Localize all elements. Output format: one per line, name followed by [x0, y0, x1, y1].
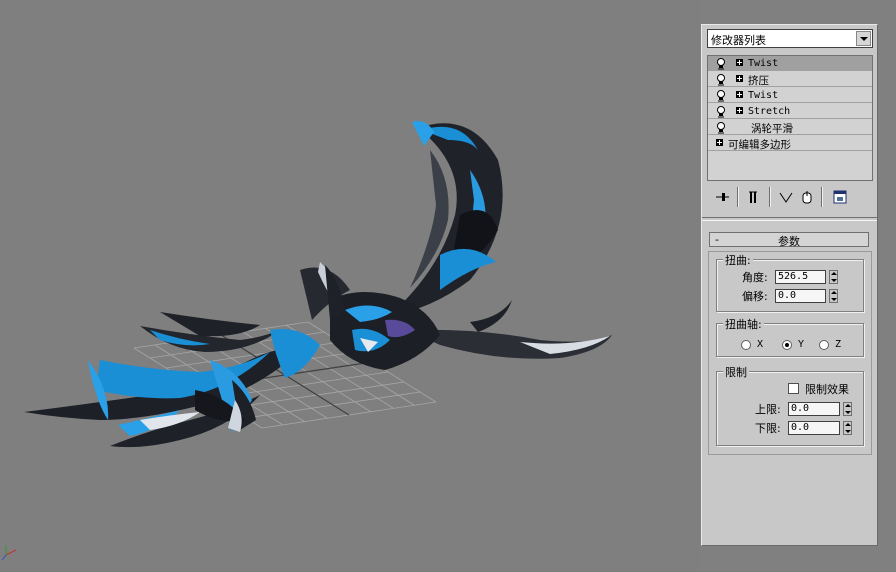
- modifier-stack-item-label: 涡轮平滑: [751, 123, 793, 135]
- twisted-mesh-model: [24, 121, 612, 448]
- modifier-list-dropdown[interactable]: 修改器列表: [707, 29, 873, 48]
- modifier-stack-item[interactable]: Twist: [708, 56, 872, 71]
- modifier-stack-item-label: 可编辑多边形: [728, 139, 791, 151]
- stack-toolbar: [707, 185, 873, 209]
- modifier-stack-item-label: Stretch: [748, 106, 791, 117]
- pin-stack-icon[interactable]: [713, 188, 731, 206]
- expand-plus-icon[interactable]: [736, 75, 743, 82]
- modifier-stack[interactable]: Twist 挤压 Twist Stretch 涡轮平滑可编辑多边形: [707, 55, 873, 181]
- modifier-stack-item[interactable]: Twist: [708, 88, 872, 103]
- modifier-stack-item-label: Twist: [748, 58, 779, 69]
- lightbulb-toggle-icon[interactable]: [715, 73, 727, 86]
- remove-modifier-icon[interactable]: [798, 188, 816, 206]
- axis-tripod-icon: [1, 545, 17, 561]
- lightbulb-toggle-icon[interactable]: [715, 105, 727, 118]
- configure-modifier-sets-icon[interactable]: [831, 188, 849, 206]
- lightbulb-toggle-icon[interactable]: [715, 57, 727, 70]
- parameters-rollout-body: [708, 251, 872, 455]
- expand-plus-icon[interactable]: [736, 107, 743, 114]
- modifier-stack-item[interactable]: 可编辑多边形: [708, 136, 872, 151]
- panel-divider: [702, 217, 877, 221]
- viewport-scene: [1, 121, 612, 561]
- expand-plus-icon[interactable]: [736, 59, 743, 66]
- expand-plus-icon[interactable]: [716, 139, 723, 146]
- modifier-stack-item[interactable]: 涡轮平滑: [708, 120, 872, 135]
- parameters-rollout-header[interactable]: - 参数: [709, 232, 869, 248]
- rollout-title: 参数: [778, 235, 800, 248]
- lightbulb-toggle-icon[interactable]: [715, 89, 727, 102]
- modifier-stack-item-label: 挤压: [748, 75, 769, 87]
- modifier-list-label: 修改器列表: [711, 34, 766, 47]
- modifier-stack-item-label: Twist: [748, 90, 779, 101]
- expand-plus-icon[interactable]: [736, 91, 743, 98]
- show-end-result-icon[interactable]: [745, 188, 763, 206]
- modifier-stack-item[interactable]: Stretch: [708, 104, 872, 119]
- command-panel-modify: 修改器列表 Twist 挤压 Twist Stretch 涡轮平滑可编辑多边形 - 参数…: [701, 24, 878, 546]
- lightbulb-toggle-icon[interactable]: [715, 121, 727, 134]
- perspective-viewport[interactable]: [0, 0, 700, 572]
- chevron-down-icon[interactable]: [856, 31, 871, 46]
- modifier-stack-item[interactable]: 挤压: [708, 72, 872, 87]
- make-unique-icon[interactable]: [777, 188, 795, 206]
